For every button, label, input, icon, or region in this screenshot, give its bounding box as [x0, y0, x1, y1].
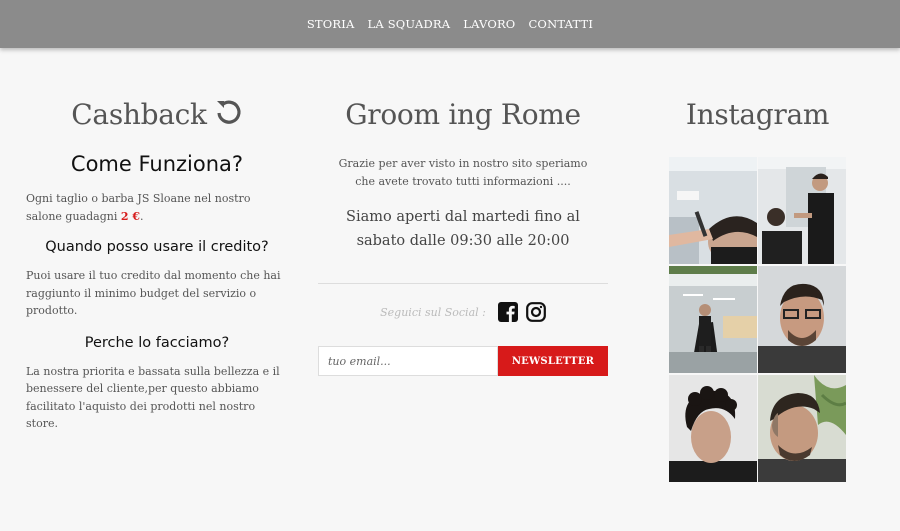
opening-hours: Siamo aperti dal martedi fino al sabato …	[318, 205, 608, 253]
grooming-section: Groom ing Rome Grazie per aver visto in …	[318, 95, 608, 376]
cashback-title: Cashback	[71, 98, 207, 131]
instagram-photo-1[interactable]	[669, 157, 757, 264]
nav-lavoro[interactable]: LAVORO	[463, 17, 515, 31]
nav-la-squadra[interactable]: LA SQUADRA	[368, 17, 451, 31]
cashback-title-row: Cashback	[26, 95, 288, 138]
nav-contatti[interactable]: CONTATTI	[528, 17, 593, 31]
cashback-subtitle: Come Funziona?	[70, 152, 244, 176]
top-nav: STORIA LA SQUADRA LAVORO CONTATTI	[0, 0, 900, 48]
cashback-amount: 2 €	[120, 209, 140, 223]
instagram-icon[interactable]	[525, 302, 546, 322]
cashback-how-text: Ogni taglio o barba JS Sloane nel nostro…	[26, 190, 288, 225]
social-label: Seguici sul Social :	[380, 305, 486, 319]
social-row: Seguici sul Social :	[318, 302, 608, 322]
instagram-photo-2[interactable]	[758, 157, 846, 264]
opening-hours-line-1: Siamo aperti dal martedi fino al	[346, 209, 580, 225]
cashback-why-heading: Perche lo facciamo?	[84, 334, 230, 351]
instagram-photo-6[interactable]	[758, 375, 846, 482]
opening-hours-line-2: sabato dalle 09:30 alle 20:00	[356, 233, 570, 249]
cashback-why-text: La nostra priorita e bassata sulla belle…	[26, 364, 280, 431]
instagram-section: Instagram	[669, 95, 846, 482]
instagram-photo-3[interactable]	[669, 266, 757, 373]
newsletter-button[interactable]: NEWSLETTER	[498, 346, 608, 376]
instagram-title: Instagram	[685, 98, 830, 131]
nav-storia[interactable]: STORIA	[307, 17, 355, 31]
grooming-title: Groom ing Rome	[345, 98, 581, 131]
instagram-grid	[669, 157, 846, 482]
cashback-when-text: Puoi usare il tuo credito dal momento ch…	[26, 269, 281, 317]
newsletter-form: tuo email... NEWSLETTER	[318, 346, 608, 376]
instagram-photo-5[interactable]	[669, 375, 757, 482]
cashback-section: Cashback Come Funziona? Ogni taglio o ba…	[26, 95, 288, 433]
instagram-photo-4[interactable]	[758, 266, 846, 373]
cashback-how-end: .	[140, 209, 144, 223]
refresh-icon	[213, 97, 243, 138]
grooming-intro: Grazie per aver visto in nostro sito spe…	[338, 157, 588, 188]
facebook-icon[interactable]	[497, 302, 518, 322]
cashback-when-heading: Quando posso usare il credito?	[45, 239, 269, 255]
email-input[interactable]: tuo email...	[318, 346, 498, 376]
divider	[318, 283, 608, 284]
